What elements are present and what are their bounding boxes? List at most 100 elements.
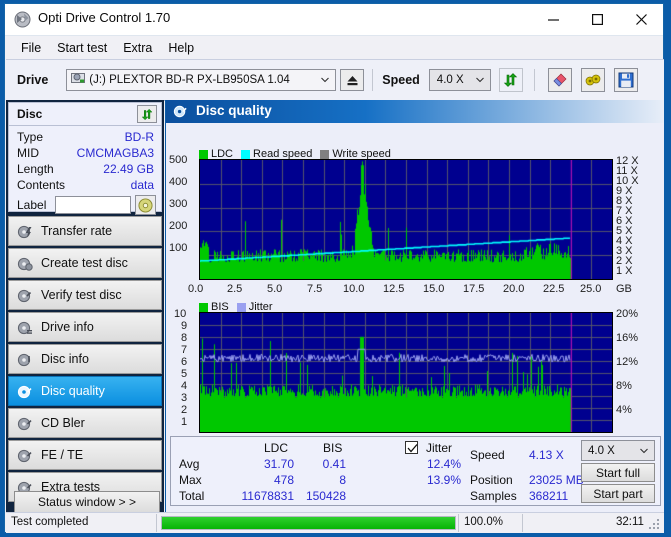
- results-ldc-avg: 31.70: [263, 457, 294, 471]
- status-window-button[interactable]: Status window > >: [14, 491, 160, 513]
- sidebar-item-cd-bler[interactable]: CD Bler: [8, 408, 162, 438]
- y2tick-bot-12: 12%: [616, 356, 639, 368]
- xtick-top-6: 15.0: [423, 283, 445, 295]
- disc-label-browse-button[interactable]: [135, 195, 156, 215]
- ytick-bot-6: 6: [181, 356, 188, 368]
- legend-label-bis: BIS: [211, 301, 229, 313]
- eject-button[interactable]: [340, 69, 365, 91]
- disc-row-length: Length 22.49 GB: [9, 162, 161, 178]
- xtick-top-4: 10.0: [343, 283, 365, 295]
- y2tick-bot-4: 4%: [616, 404, 632, 416]
- start-full-button[interactable]: Start full: [581, 463, 655, 482]
- tools-button[interactable]: [580, 68, 605, 92]
- samples-result-label: Samples: [470, 489, 517, 503]
- menu-item-help[interactable]: Help: [160, 39, 202, 57]
- progress-bar: [161, 516, 456, 530]
- start-part-button[interactable]: Start part: [581, 484, 655, 503]
- xtick-top-3: 7.5: [307, 283, 323, 295]
- save-icon: [618, 72, 634, 88]
- disc-info-box: Disc Type BD-R MID CMCMAGBA3 Length 22.4…: [8, 102, 162, 215]
- window-title: Opti Drive Control 1.70: [38, 10, 171, 25]
- chart-plot-bis[interactable]: [199, 312, 613, 433]
- ytick-bot-2: 2: [181, 404, 188, 416]
- fe-te-icon: [17, 448, 33, 464]
- sidebar-item-disc-quality[interactable]: Disc quality: [8, 376, 162, 406]
- menu-bar: File Start test Extra Help: [5, 36, 663, 59]
- disc-box-title: Disc: [17, 107, 43, 121]
- chart-plot-ldc[interactable]: [199, 159, 613, 280]
- ytick-bot-9: 9: [181, 320, 188, 332]
- close-button[interactable]: [619, 4, 663, 35]
- disc-row-key: Type: [17, 130, 44, 144]
- disc-refresh-button[interactable]: [137, 105, 157, 123]
- sidebar-item-create-test-disc[interactable]: Create test disc: [8, 248, 162, 278]
- erase-button[interactable]: [547, 68, 572, 92]
- disc-row-contents: Contents data: [9, 178, 161, 194]
- disc-label-row: Label: [9, 194, 161, 218]
- results-bis-max: 8: [339, 473, 346, 487]
- results-jitter-max: 13.9%: [426, 473, 461, 487]
- cd-bler-icon: [17, 416, 33, 432]
- results-bis-total: 150428: [305, 489, 346, 503]
- sidebar-item-label: Create test disc: [41, 256, 128, 270]
- chevron-down-icon: [640, 448, 648, 454]
- sidebar-item-label: Disc quality: [41, 384, 105, 398]
- disc-row-type: Type BD-R: [9, 130, 161, 146]
- ytick-bot-8: 8: [181, 332, 188, 344]
- resize-grip-icon[interactable]: [649, 519, 661, 531]
- disc-label-input[interactable]: [55, 196, 131, 214]
- sidebar-item-transfer-rate[interactable]: Transfer rate: [8, 216, 162, 246]
- menu-item-extra[interactable]: Extra: [115, 39, 160, 57]
- disc-row-key: Length: [17, 162, 54, 176]
- sidebar-item-drive-info[interactable]: Drive info: [8, 312, 162, 342]
- results-ldc-max: 478: [273, 473, 294, 487]
- sidebar-item-disc-info[interactable]: Disc info: [8, 344, 162, 374]
- disc-create-icon: [17, 256, 33, 272]
- legend-label-read-speed: Read speed: [253, 148, 313, 160]
- refresh-icon: [141, 108, 153, 120]
- refresh-button[interactable]: [498, 68, 523, 92]
- sidebar-item-label: Drive info: [41, 320, 94, 334]
- disc-row-key: MID: [17, 146, 39, 160]
- results-row-label-max: Max: [179, 473, 202, 487]
- speed-value: 4.0 X: [436, 74, 464, 86]
- results-jitter-avg: 12.4%: [426, 457, 461, 471]
- legend-swatch-read-speed: [241, 149, 251, 159]
- progress-percent: 100.0%: [464, 516, 504, 528]
- test-speed-select[interactable]: 4.0 X: [581, 440, 655, 461]
- minimize-button[interactable]: [531, 4, 575, 35]
- drive-select[interactable]: (J:) PLEXTOR BD-R PX-LB950SA 1.04: [66, 69, 337, 91]
- speed-result-value: 4.13 X: [529, 448, 564, 462]
- xtick-top-1: 2.5: [227, 283, 243, 295]
- sidebar-item-fe-te[interactable]: FE / TE: [8, 440, 162, 470]
- save-button[interactable]: [613, 68, 638, 92]
- maximize-button[interactable]: [575, 4, 619, 35]
- xtick-top-7: 17.5: [463, 283, 485, 295]
- disc-row-value: CMCMAGBA3: [76, 146, 154, 160]
- menu-item-start-test[interactable]: Start test: [49, 39, 115, 57]
- results-row-label-total: Total: [179, 489, 205, 503]
- speed-select[interactable]: 4.0 X: [428, 69, 491, 91]
- check-icon: [407, 444, 418, 453]
- sidebar-item-label: CD Bler: [41, 416, 85, 430]
- menu-item-file[interactable]: File: [13, 39, 49, 57]
- ytick-bot-3: 3: [181, 392, 188, 404]
- speed-label: Speed: [382, 73, 420, 87]
- chevron-down-icon: [475, 77, 484, 83]
- chart-legend-top: LDC Read speed Write speed: [199, 148, 391, 160]
- legend-label-write-speed: Write speed: [332, 148, 391, 160]
- jitter-checkbox[interactable]: [405, 441, 418, 454]
- position-result-label: Position: [470, 473, 513, 487]
- drive-label: Drive: [17, 73, 49, 87]
- status-bar: Test completed 100.0% 32:11: [6, 512, 664, 533]
- sidebar-item-verify-test-disc[interactable]: Verify test disc: [8, 280, 162, 310]
- chevron-down-icon: [321, 77, 330, 83]
- app-window: Opti Drive Control 1.70 File Start test …: [4, 3, 664, 533]
- drive-toolbar: Drive (J:) PLEXTOR BD-R PX-LB950SA 1.04 …: [6, 59, 664, 101]
- disc-row-value: BD-R: [124, 130, 154, 144]
- xunit-top: GB: [616, 283, 632, 295]
- ytick-bot-4: 4: [181, 380, 188, 392]
- refresh-icon: [503, 73, 518, 87]
- xtick-top-10: 25.0: [580, 283, 602, 295]
- xtick-top-2: 5.0: [267, 283, 283, 295]
